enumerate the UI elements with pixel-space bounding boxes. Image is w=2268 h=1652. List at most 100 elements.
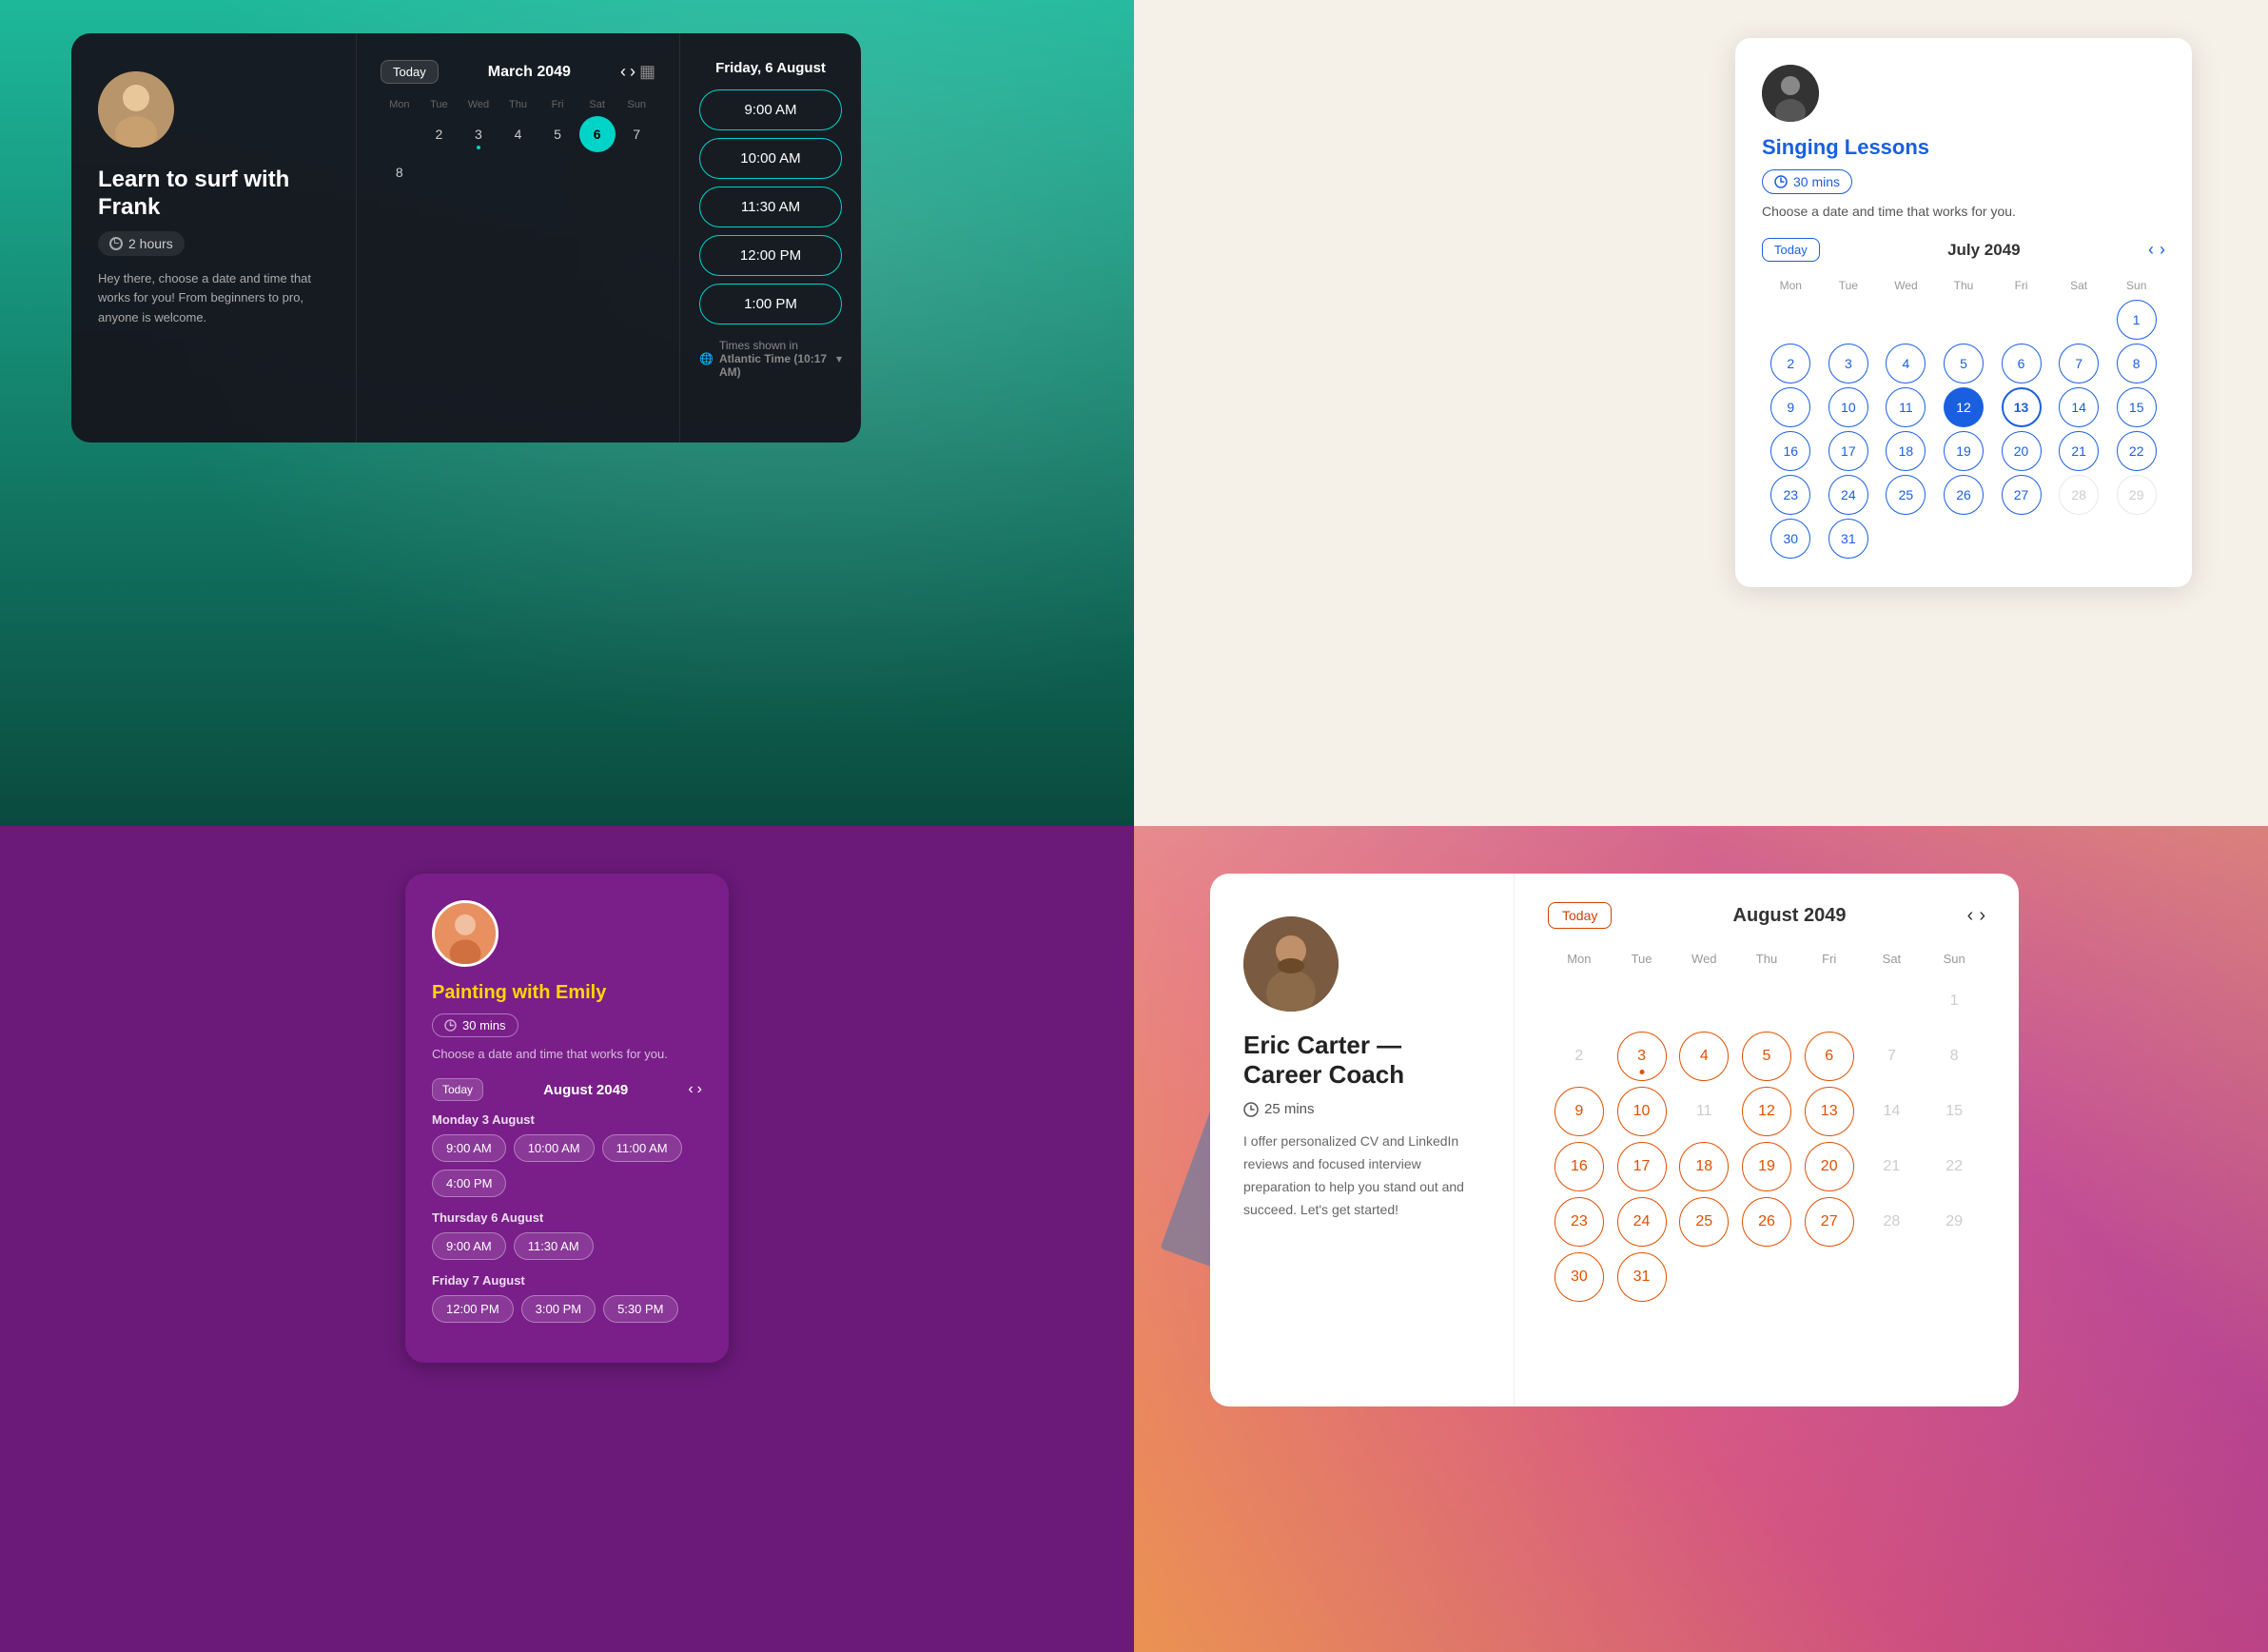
duration-text: 25 mins <box>1264 1101 1315 1117</box>
calendar-day-17[interactable]: 17 <box>1828 431 1868 471</box>
calendar-day-empty <box>1805 1252 1854 1302</box>
prev-month-button[interactable]: ‹ <box>2148 240 2154 260</box>
calendar-day-18[interactable]: 18 <box>1886 431 1926 471</box>
slot-1130am[interactable]: 11:30 AM <box>514 1232 594 1260</box>
calendar-day-10[interactable]: 10 <box>1617 1087 1667 1136</box>
calendar-day-3[interactable]: 3 <box>1617 1032 1667 1081</box>
calendar-day-16[interactable]: 16 <box>1554 1142 1604 1191</box>
slot-3pm[interactable]: 3:00 PM <box>521 1295 596 1323</box>
calendar-day-12-today[interactable]: 12 <box>1944 387 1984 427</box>
calendar-day-30[interactable]: 30 <box>1770 519 1810 559</box>
calendar-day-22[interactable]: 22 <box>2117 431 2157 471</box>
prev-month-button[interactable]: ‹ <box>1967 905 1974 927</box>
calendar-day-6[interactable]: 6 <box>1805 1032 1854 1081</box>
calendar-day-5[interactable]: 5 <box>1742 1032 1791 1081</box>
calendar-day-20[interactable]: 20 <box>1805 1142 1854 1191</box>
calendar-day-23[interactable]: 23 <box>1554 1197 1604 1247</box>
calendar-day-26[interactable]: 26 <box>1742 1197 1791 1247</box>
time-slots: 9:00 AM 10:00 AM 11:00 AM 4:00 PM <box>432 1134 702 1197</box>
calendar-day-11[interactable]: 11 <box>1886 387 1926 427</box>
calendar-day-4[interactable]: 4 <box>499 116 536 152</box>
duration-text: 30 mins <box>462 1018 506 1032</box>
calendar-day-empty <box>1867 1252 1916 1302</box>
calendar-day-20[interactable]: 20 <box>2002 431 2042 471</box>
today-button[interactable]: Today <box>1548 902 1612 929</box>
calendar-day-18[interactable]: 18 <box>1679 1142 1729 1191</box>
calendar-day-30[interactable]: 30 <box>1554 1252 1604 1302</box>
calendar-month: July 2049 <box>1947 241 2021 260</box>
coach-name: Eric Carter — Career Coach <box>1243 1031 1480 1090</box>
calendar-day-25[interactable]: 25 <box>1679 1197 1729 1247</box>
calendar-grid: Mon Tue Wed Thu Fri Sat Sun 1 2 3 4 5 6 … <box>1762 273 2165 560</box>
timeslot-12pm[interactable]: 12:00 PM <box>699 235 842 276</box>
date-group-friday: Friday 7 August 12:00 PM 3:00 PM 5:30 PM <box>432 1273 702 1323</box>
timeslot-10am[interactable]: 10:00 AM <box>699 138 842 179</box>
duration-text: 2 hours <box>128 236 173 251</box>
slot-4pm[interactable]: 4:00 PM <box>432 1170 506 1197</box>
calendar-day-7[interactable]: 7 <box>2059 344 2099 384</box>
calendar-day-1[interactable]: 1 <box>2117 300 2157 340</box>
calendar-day-15[interactable]: 15 <box>2117 387 2157 427</box>
calendar-day-13[interactable]: 13 <box>2002 387 2042 427</box>
prev-month-button[interactable]: ‹ <box>688 1081 693 1098</box>
slot-530pm[interactable]: 5:30 PM <box>603 1295 677 1323</box>
calendar-day-24[interactable]: 24 <box>1828 475 1868 515</box>
calendar-day-26[interactable]: 26 <box>1944 475 1984 515</box>
day-header-mon: Mon <box>1762 273 1820 298</box>
calendar-day-8[interactable]: 8 <box>381 154 418 190</box>
calendar-day-2[interactable]: 2 <box>1770 344 1810 384</box>
timeslot-9am[interactable]: 9:00 AM <box>699 89 842 130</box>
calendar-day-5[interactable]: 5 <box>1944 344 1984 384</box>
calendar-day-9[interactable]: 9 <box>1554 1087 1604 1136</box>
slot-9am[interactable]: 9:00 AM <box>432 1134 506 1162</box>
calendar-day[interactable]: 2 <box>420 116 457 152</box>
calendar-day-16[interactable]: 16 <box>1770 431 1810 471</box>
slot-12pm[interactable]: 12:00 PM <box>432 1295 514 1323</box>
date-label: Thursday 6 August <box>432 1210 702 1225</box>
calendar-day-24[interactable]: 24 <box>1617 1197 1667 1247</box>
next-month-button[interactable]: › <box>697 1081 702 1098</box>
next-month-button[interactable]: › <box>1979 905 1985 927</box>
day-header-wed: Wed <box>459 95 498 114</box>
timeslot-1130am[interactable]: 11:30 AM <box>699 187 842 227</box>
calendar-day-27[interactable]: 27 <box>1805 1197 1854 1247</box>
calendar-day-28: 28 <box>2059 475 2099 515</box>
calendar-day-5[interactable]: 5 <box>539 116 576 152</box>
calendar-day-19[interactable]: 19 <box>1944 431 1984 471</box>
calendar-day-12[interactable]: 12 <box>1742 1087 1791 1136</box>
calendar-day-6[interactable]: 6 <box>2002 344 2042 384</box>
calendar-day-4[interactable]: 4 <box>1679 1032 1729 1081</box>
slot-9am[interactable]: 9:00 AM <box>432 1232 506 1260</box>
calendar-day-31[interactable]: 31 <box>1617 1252 1667 1302</box>
calendar-day-17[interactable]: 17 <box>1617 1142 1667 1191</box>
career-booking-card: Eric Carter — Career Coach 25 mins I off… <box>1210 874 2019 1406</box>
next-month-button[interactable]: › <box>630 62 635 82</box>
calendar-day-25[interactable]: 25 <box>1886 475 1926 515</box>
calendar-day-3[interactable]: 3 <box>460 116 497 152</box>
calendar-day-27[interactable]: 27 <box>2002 475 2042 515</box>
calendar-day-10[interactable]: 10 <box>1828 387 1868 427</box>
timeslot-1pm[interactable]: 1:00 PM <box>699 284 842 324</box>
calendar-day-7[interactable]: 7 <box>618 116 655 152</box>
calendar-day-empty <box>1679 1252 1729 1302</box>
calendar-day-19[interactable]: 19 <box>1742 1142 1791 1191</box>
next-month-button[interactable]: › <box>2160 240 2165 260</box>
today-button[interactable]: Today <box>1762 238 1820 262</box>
today-button[interactable]: Today <box>381 60 439 84</box>
calendar-day-13[interactable]: 13 <box>1805 1087 1854 1136</box>
prev-month-button[interactable]: ‹ <box>620 62 626 82</box>
calendar-day-14[interactable]: 14 <box>2059 387 2099 427</box>
calendar-day-23[interactable]: 23 <box>1770 475 1810 515</box>
calendar-day-4[interactable]: 4 <box>1886 344 1926 384</box>
calendar-day-29: 29 <box>2117 475 2157 515</box>
today-button[interactable]: Today <box>432 1078 483 1101</box>
calendar-day-empty <box>1617 976 1667 1026</box>
calendar-day-3[interactable]: 3 <box>1828 344 1868 384</box>
calendar-day-9[interactable]: 9 <box>1770 387 1810 427</box>
calendar-day-6-selected[interactable]: 6 <box>579 116 616 152</box>
calendar-day-8[interactable]: 8 <box>2117 344 2157 384</box>
calendar-day-21[interactable]: 21 <box>2059 431 2099 471</box>
slot-11am[interactable]: 11:00 AM <box>602 1134 682 1162</box>
calendar-day-31[interactable]: 31 <box>1828 519 1868 559</box>
slot-10am[interactable]: 10:00 AM <box>514 1134 595 1162</box>
